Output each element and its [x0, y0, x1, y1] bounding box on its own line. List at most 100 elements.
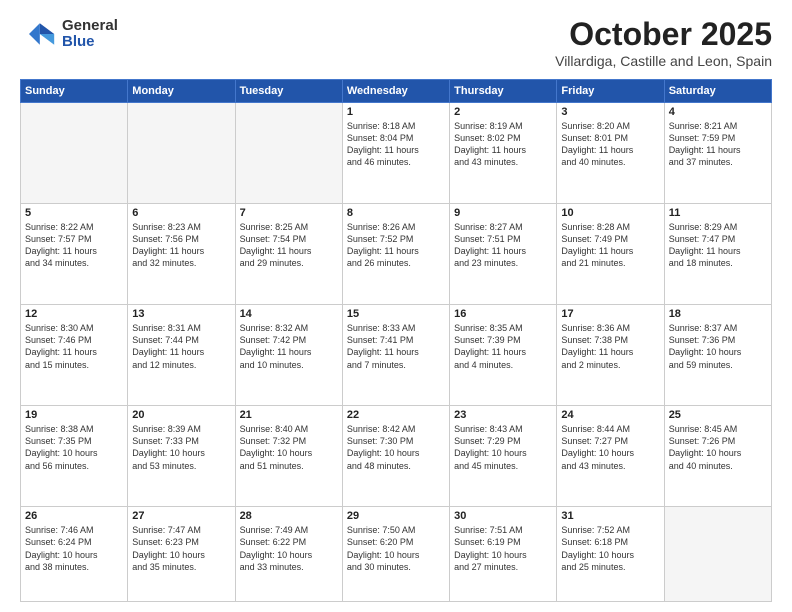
calendar-cell: 26 Sunrise: 7:46 AMSunset: 6:24 PMDayligh…: [21, 507, 128, 602]
daylight-label: Daylight: 10 hours: [669, 448, 742, 458]
calendar-cell: 17Sunrise: 8:36 AMSunset: 7:38 PMDayligh…: [557, 305, 664, 406]
calendar-cell: [664, 507, 771, 602]
calendar-cell: 3 Sunrise: 8:20 AMSunset: 8:01 PMDaylight…: [557, 103, 664, 204]
cell-content: Sunrise: 8:35 AMSunset: 7:39 PMDaylight:…: [454, 322, 552, 371]
cell-content: Sunrise: 8:19 AMSunset: 8:02 PMDaylight:…: [454, 120, 552, 169]
calendar-cell: 22 Sunrise: 8:42 AMSunset: 7:30 PMDayligh…: [342, 406, 449, 507]
cell-content: Sunrise: 8:39 AMSunset: 7:33 PMDaylight:…: [132, 423, 230, 472]
day-number: 3: [561, 106, 659, 118]
daylight-label: Daylight: 10 hours: [25, 448, 98, 458]
cell-content: Sunrise: 8:44 AMSunset: 7:27 PMDaylight:…: [561, 423, 659, 472]
logo-blue-label: Blue: [62, 34, 118, 51]
day-number: 29: [347, 510, 445, 522]
day-number: 5: [25, 207, 123, 219]
daylight-label: Daylight: 11 hours: [454, 246, 526, 256]
cell-content: Sunrise: 7:51 AMSunset: 6:19 PMDaylight:…: [454, 524, 552, 573]
cell-content: Sunrise: 8:27 AMSunset: 7:51 PMDaylight:…: [454, 221, 552, 270]
calendar-cell: 10Sunrise: 8:28 AMSunset: 7:49 PMDayligh…: [557, 204, 664, 305]
calendar-cell: 27 Sunrise: 7:47 AMSunset: 6:23 PMDayligh…: [128, 507, 235, 602]
daylight-label: Daylight: 11 hours: [561, 246, 633, 256]
calendar-week-row: 26 Sunrise: 7:46 AMSunset: 6:24 PMDayligh…: [21, 507, 772, 602]
day-number: 15: [347, 308, 445, 320]
calendar-cell: 7 Sunrise: 8:25 AMSunset: 7:54 PMDaylight…: [235, 204, 342, 305]
calendar-week-row: 19Sunrise: 8:38 AMSunset: 7:35 PMDayligh…: [21, 406, 772, 507]
month-title: October 2025: [555, 16, 772, 53]
day-number: 11: [669, 207, 767, 219]
daylight-label: Daylight: 10 hours: [347, 448, 420, 458]
day-number: 24: [561, 409, 659, 421]
daylight-label: Daylight: 10 hours: [347, 550, 420, 560]
daylight-label: Daylight: 11 hours: [454, 145, 526, 155]
day-number: 14: [240, 308, 338, 320]
cell-content: Sunrise: 8:25 AMSunset: 7:54 PMDaylight:…: [240, 221, 338, 270]
daylight-label: Daylight: 10 hours: [454, 448, 527, 458]
calendar-header-thursday: Thursday: [450, 80, 557, 103]
calendar-cell: 24 Sunrise: 8:44 AMSunset: 7:27 PMDayligh…: [557, 406, 664, 507]
header: General Blue October 2025 Villardiga, Ca…: [20, 16, 772, 69]
daylight-label: Daylight: 11 hours: [132, 246, 204, 256]
daylight-label: Daylight: 10 hours: [132, 550, 205, 560]
day-number: 2: [454, 106, 552, 118]
daylight-label: Daylight: 11 hours: [347, 246, 419, 256]
day-number: 13: [132, 308, 230, 320]
calendar-cell: 28Sunrise: 7:49 AMSunset: 6:22 PMDayligh…: [235, 507, 342, 602]
cell-content: Sunrise: 8:18 AMSunset: 8:04 PMDaylight:…: [347, 120, 445, 169]
location-title: Villardiga, Castille and Leon, Spain: [555, 53, 772, 69]
calendar-cell: [128, 103, 235, 204]
calendar-cell: 13 Sunrise: 8:31 AMSunset: 7:44 PMDayligh…: [128, 305, 235, 406]
day-number: 21: [240, 409, 338, 421]
cell-content: Sunrise: 8:23 AMSunset: 7:56 PMDaylight:…: [132, 221, 230, 270]
daylight-label: Daylight: 11 hours: [669, 145, 741, 155]
calendar-cell: 20 Sunrise: 8:39 AMSunset: 7:33 PMDayligh…: [128, 406, 235, 507]
cell-content: Sunrise: 7:46 AMSunset: 6:24 PMDaylight:…: [25, 524, 123, 573]
calendar-cell: 9Sunrise: 8:27 AMSunset: 7:51 PMDaylight…: [450, 204, 557, 305]
daylight-label: Daylight: 10 hours: [240, 448, 313, 458]
daylight-label: Daylight: 11 hours: [561, 145, 633, 155]
daylight-label: Daylight: 10 hours: [561, 550, 634, 560]
cell-content: Sunrise: 8:37 AMSunset: 7:36 PMDaylight:…: [669, 322, 767, 371]
cell-content: Sunrise: 7:50 AMSunset: 6:20 PMDaylight:…: [347, 524, 445, 573]
cell-content: Sunrise: 8:33 AMSunset: 7:41 PMDaylight:…: [347, 322, 445, 371]
calendar-cell: 5Sunrise: 8:22 AMSunset: 7:57 PMDaylight…: [21, 204, 128, 305]
day-number: 19: [25, 409, 123, 421]
calendar-cell: 2 Sunrise: 8:19 AMSunset: 8:02 PMDaylight…: [450, 103, 557, 204]
cell-content: Sunrise: 8:32 AMSunset: 7:42 PMDaylight:…: [240, 322, 338, 371]
calendar-cell: 25Sunrise: 8:45 AMSunset: 7:26 PMDayligh…: [664, 406, 771, 507]
day-number: 1: [347, 106, 445, 118]
day-number: 31: [561, 510, 659, 522]
daylight-label: Daylight: 10 hours: [240, 550, 313, 560]
calendar-cell: 8Sunrise: 8:26 AMSunset: 7:52 PMDaylight…: [342, 204, 449, 305]
daylight-label: Daylight: 10 hours: [669, 347, 742, 357]
daylight-label: Daylight: 11 hours: [347, 145, 419, 155]
day-number: 22: [347, 409, 445, 421]
calendar-header-wednesday: Wednesday: [342, 80, 449, 103]
calendar-cell: 30Sunrise: 7:51 AMSunset: 6:19 PMDayligh…: [450, 507, 557, 602]
daylight-label: Daylight: 11 hours: [240, 347, 312, 357]
logo-general-label: General: [62, 18, 118, 35]
day-number: 28: [240, 510, 338, 522]
calendar-cell: 14 Sunrise: 8:32 AMSunset: 7:42 PMDayligh…: [235, 305, 342, 406]
calendar-cell: 16Sunrise: 8:35 AMSunset: 7:39 PMDayligh…: [450, 305, 557, 406]
day-number: 6: [132, 207, 230, 219]
day-number: 20: [132, 409, 230, 421]
calendar-header-monday: Monday: [128, 80, 235, 103]
calendar-cell: 31Sunrise: 7:52 AMSunset: 6:18 PMDayligh…: [557, 507, 664, 602]
daylight-label: Daylight: 11 hours: [347, 347, 419, 357]
logo-icon: [20, 16, 56, 52]
daylight-label: Daylight: 11 hours: [25, 347, 97, 357]
day-number: 7: [240, 207, 338, 219]
calendar-cell: 6 Sunrise: 8:23 AMSunset: 7:56 PMDaylight…: [128, 204, 235, 305]
calendar-header-tuesday: Tuesday: [235, 80, 342, 103]
cell-content: Sunrise: 8:31 AMSunset: 7:44 PMDaylight:…: [132, 322, 230, 371]
cell-content: Sunrise: 8:20 AMSunset: 8:01 PMDaylight:…: [561, 120, 659, 169]
calendar-cell: 11Sunrise: 8:29 AMSunset: 7:47 PMDayligh…: [664, 204, 771, 305]
cell-content: Sunrise: 8:42 AMSunset: 7:30 PMDaylight:…: [347, 423, 445, 472]
day-number: 27: [132, 510, 230, 522]
day-number: 26: [25, 510, 123, 522]
calendar-cell: 23Sunrise: 8:43 AMSunset: 7:29 PMDayligh…: [450, 406, 557, 507]
calendar-header-sunday: Sunday: [21, 80, 128, 103]
cell-content: Sunrise: 8:26 AMSunset: 7:52 PMDaylight:…: [347, 221, 445, 270]
cell-content: Sunrise: 7:47 AMSunset: 6:23 PMDaylight:…: [132, 524, 230, 573]
calendar-cell: [21, 103, 128, 204]
daylight-label: Daylight: 11 hours: [25, 246, 97, 256]
